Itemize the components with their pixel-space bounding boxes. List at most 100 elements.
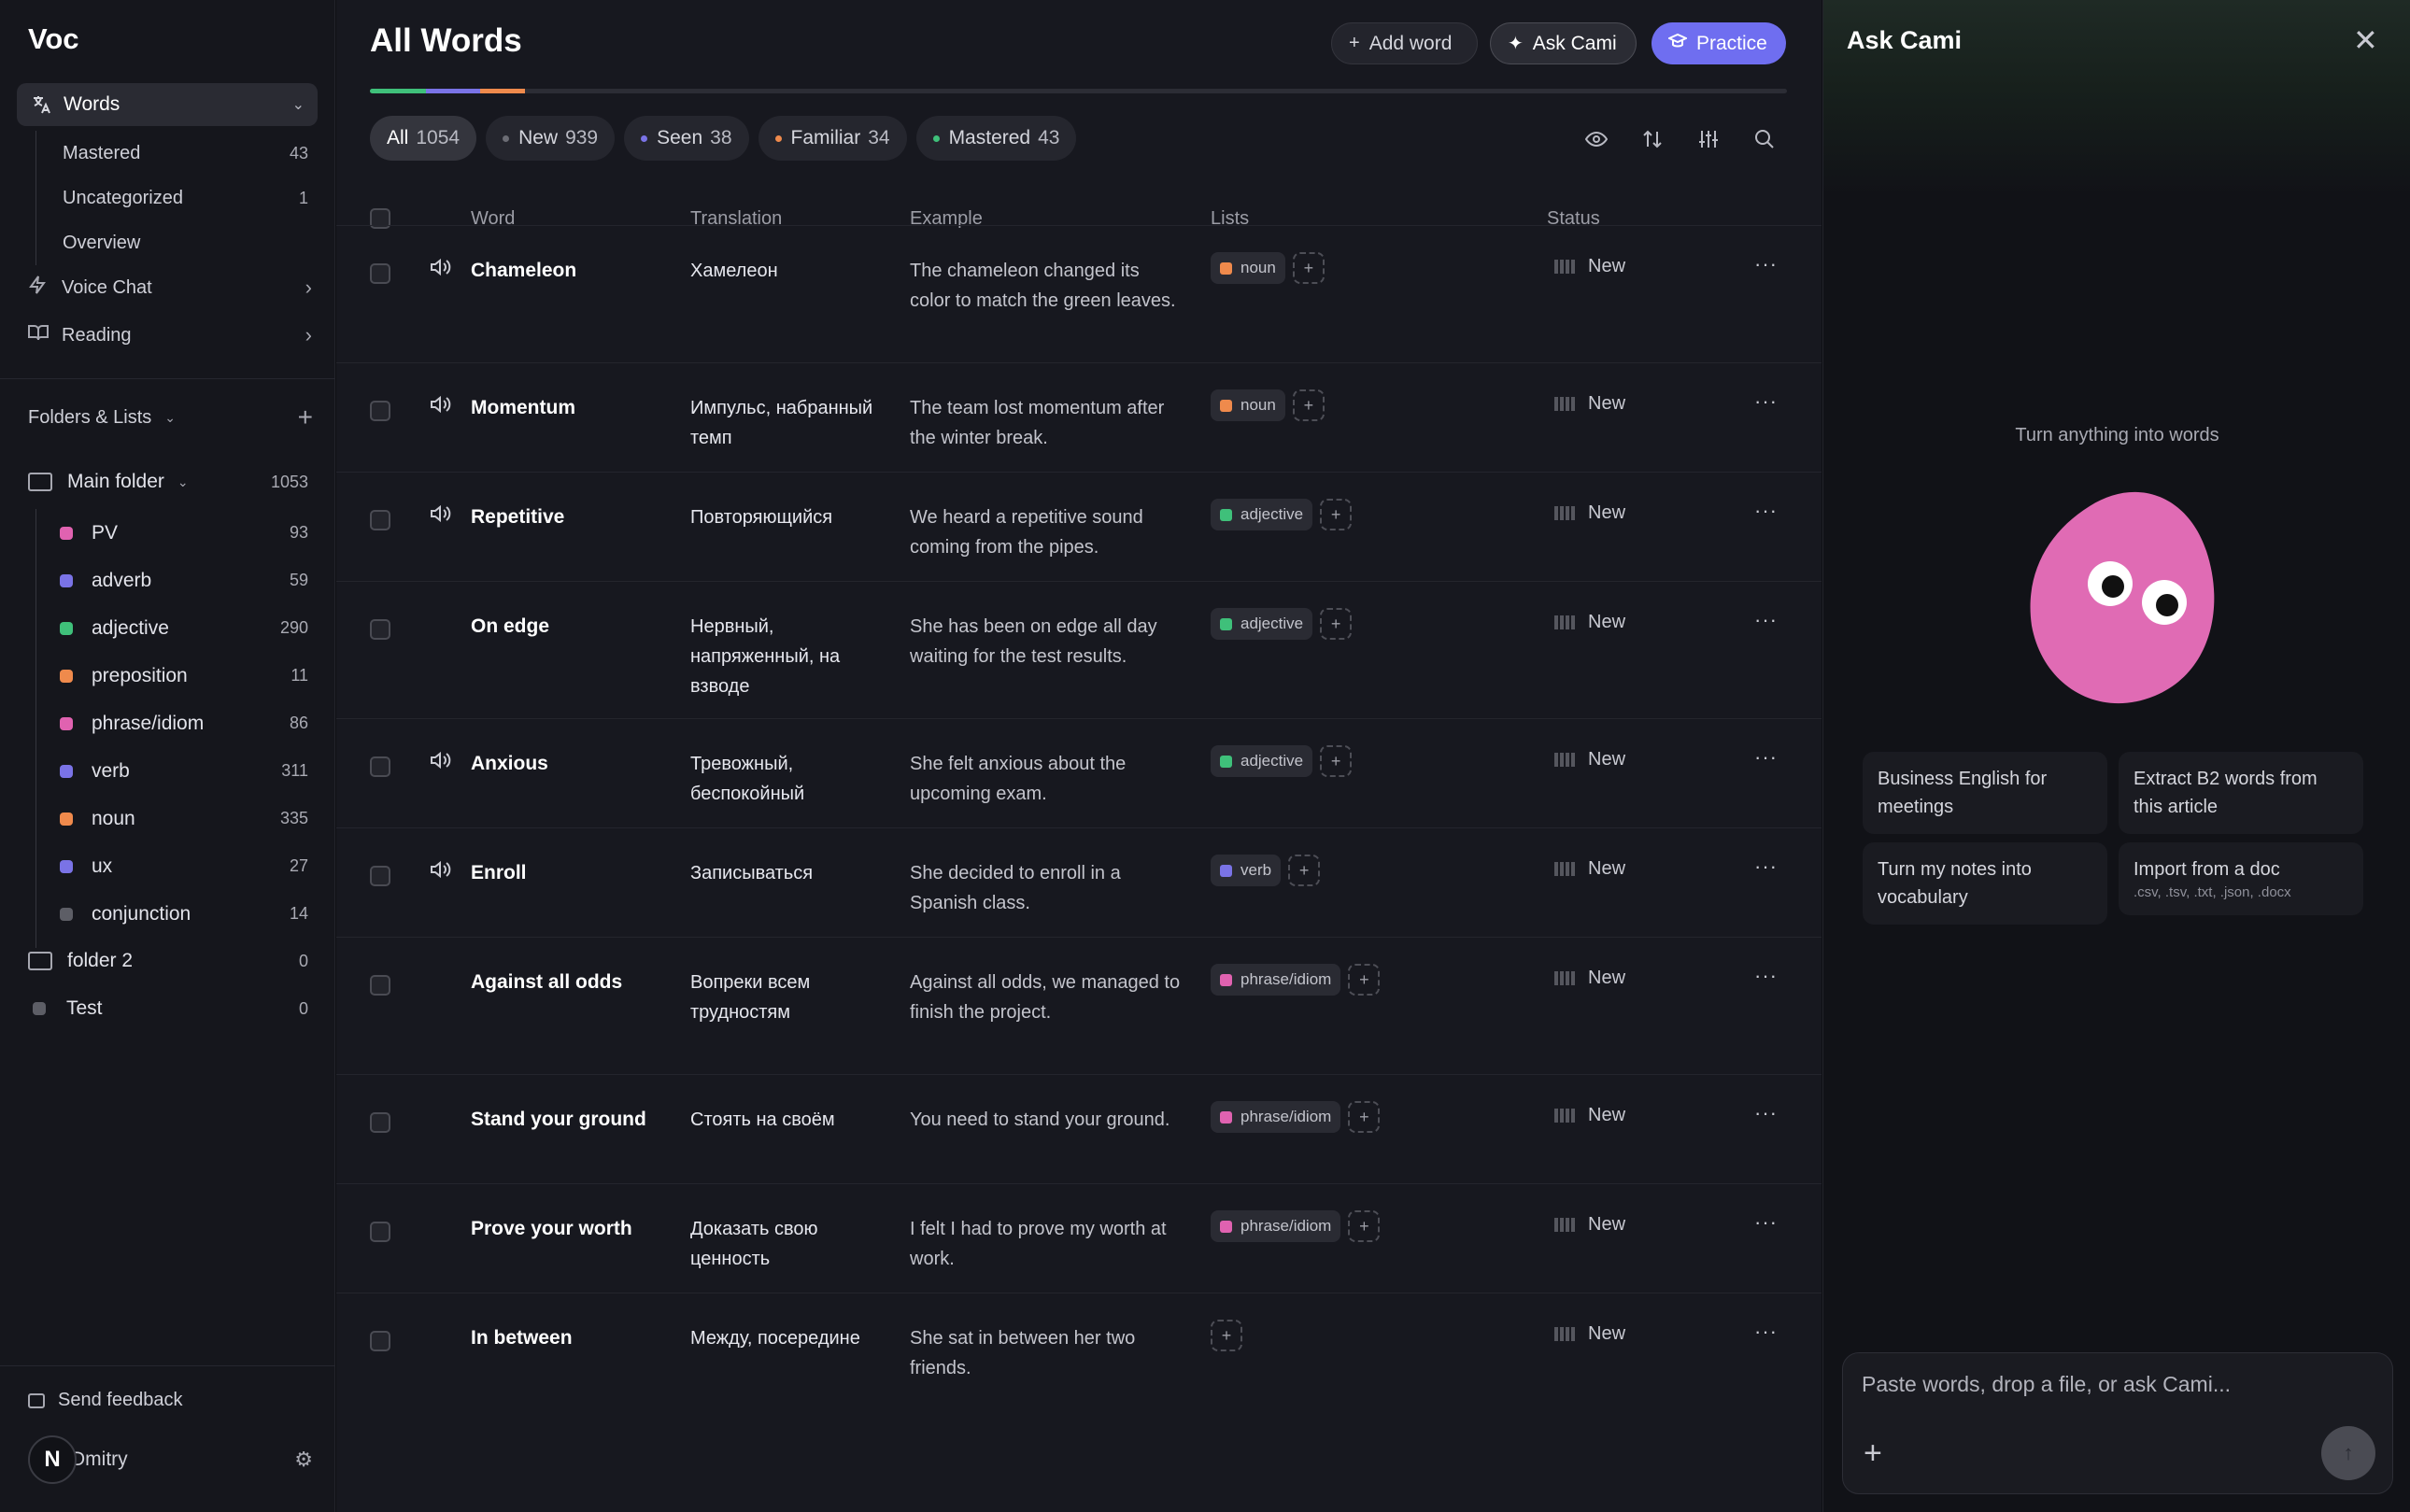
- suggestion-extract[interactable]: Extract B2 words from this article: [2119, 752, 2363, 834]
- suggestion-business[interactable]: Business English for meetings: [1863, 752, 2107, 834]
- nav-voice-chat[interactable]: Voice Chat ›: [28, 266, 318, 309]
- table-row[interactable]: Prove your worth Доказать свою ценность I …: [336, 1183, 1822, 1293]
- row-checkbox[interactable]: [370, 1331, 390, 1351]
- list-tag[interactable]: phrase/idiom: [1211, 1210, 1341, 1242]
- suggestion-notes[interactable]: Turn my notes into vocabulary: [1863, 842, 2107, 925]
- more-options-icon[interactable]: ···: [1754, 1320, 1778, 1344]
- list-tag[interactable]: adjective: [1211, 608, 1313, 640]
- more-options-icon[interactable]: ···: [1754, 964, 1778, 988]
- more-options-icon[interactable]: ···: [1754, 1101, 1778, 1125]
- subnav-item-overview[interactable]: Overview: [36, 220, 318, 265]
- folders-header[interactable]: Folders & Lists ⌄ +: [28, 404, 313, 431]
- speaker-icon[interactable]: [430, 751, 452, 775]
- avatar[interactable]: N: [28, 1435, 77, 1484]
- add-tag-button[interactable]: +: [1348, 964, 1381, 996]
- add-tag-button[interactable]: +: [1288, 855, 1321, 886]
- table-row[interactable]: Against all odds Вопреки всем трудностям A…: [336, 937, 1822, 1074]
- table-row[interactable]: Anxious Тревожный, беспокойный She felt an…: [336, 718, 1822, 827]
- send-arrow-icon[interactable]: ↑: [2321, 1426, 2375, 1480]
- add-tag-button[interactable]: +: [1320, 499, 1353, 530]
- row-checkbox[interactable]: [370, 756, 390, 777]
- list-item[interactable]: preposition 11: [36, 652, 308, 699]
- subnav-item-uncategorized[interactable]: Uncategorized 1: [36, 176, 318, 220]
- more-options-icon[interactable]: ···: [1754, 855, 1778, 879]
- search-icon[interactable]: [1747, 123, 1782, 155]
- row-checkbox[interactable]: [370, 975, 390, 996]
- suggestion-import[interactable]: Import from a doc .csv, .tsv, .txt, .jso…: [2119, 842, 2363, 915]
- row-checkbox[interactable]: [370, 1222, 390, 1242]
- chevron-down-icon[interactable]: ⌄: [177, 474, 189, 490]
- add-tag-button[interactable]: +: [1348, 1101, 1381, 1133]
- row-checkbox[interactable]: [370, 1112, 390, 1133]
- list-tag[interactable]: noun: [1211, 252, 1285, 284]
- list-tag[interactable]: phrase/idiom: [1211, 964, 1341, 996]
- subnav-item-mastered[interactable]: Mastered 43: [36, 131, 318, 176]
- row-checkbox[interactable]: [370, 263, 390, 284]
- sort-icon[interactable]: [1635, 123, 1670, 155]
- table-row[interactable]: Stand your ground Стоять на своём You need…: [336, 1074, 1822, 1183]
- chevron-down-icon[interactable]: ⌄: [292, 95, 305, 114]
- nav-reading[interactable]: Reading ›: [28, 314, 318, 357]
- list-item[interactable]: verb 311: [36, 747, 308, 795]
- add-tag-button[interactable]: +: [1211, 1320, 1242, 1351]
- filter-chip[interactable]: All 1054: [370, 116, 477, 161]
- sliders-icon[interactable]: [1691, 123, 1726, 155]
- more-options-icon[interactable]: ···: [1754, 252, 1778, 276]
- add-tag-button[interactable]: +: [1348, 1210, 1381, 1242]
- row-checkbox[interactable]: [370, 619, 390, 640]
- row-checkbox[interactable]: [370, 866, 390, 886]
- list-test[interactable]: Test 0: [28, 988, 308, 1029]
- ask-cami-button[interactable]: ✦ Ask Cami: [1490, 22, 1637, 64]
- list-tag[interactable]: verb: [1211, 855, 1282, 886]
- add-tag-button[interactable]: +: [1320, 745, 1353, 777]
- speaker-icon[interactable]: [430, 860, 452, 884]
- add-folder-icon[interactable]: +: [298, 404, 313, 431]
- add-tag-button[interactable]: +: [1292, 252, 1325, 284]
- folder-main[interactable]: Main folder ⌄ 1053: [28, 461, 308, 502]
- list-item[interactable]: noun 335: [36, 795, 308, 842]
- list-item[interactable]: PV 93: [36, 509, 308, 557]
- send-feedback-button[interactable]: Send feedback: [28, 1390, 182, 1411]
- more-options-icon[interactable]: ···: [1754, 1210, 1778, 1235]
- chat-composer[interactable]: Paste words, drop a file, or ask Cami...…: [1842, 1352, 2393, 1494]
- more-options-icon[interactable]: ···: [1754, 499, 1778, 523]
- table-row[interactable]: Chameleon Хамелеон The chameleon changed i…: [336, 225, 1822, 362]
- row-checkbox[interactable]: [370, 401, 390, 421]
- close-icon[interactable]: ✕: [2353, 22, 2378, 58]
- chat-input[interactable]: Paste words, drop a file, or ask Cami...: [1862, 1372, 2231, 1397]
- more-options-icon[interactable]: ···: [1754, 608, 1778, 632]
- table-row[interactable]: Momentum Импульс, набранный темп The team …: [336, 362, 1822, 472]
- more-options-icon[interactable]: ···: [1754, 389, 1778, 414]
- user-menu[interactable]: N Dmitry ⚙: [28, 1435, 313, 1484]
- speaker-icon[interactable]: [430, 395, 452, 419]
- add-tag-button[interactable]: +: [1292, 389, 1325, 421]
- list-tag[interactable]: phrase/idiom: [1211, 1101, 1341, 1133]
- list-tag[interactable]: noun: [1211, 389, 1285, 421]
- speaker-icon[interactable]: [430, 258, 452, 282]
- eye-icon[interactable]: [1579, 123, 1614, 155]
- row-checkbox[interactable]: [370, 510, 390, 530]
- table-row[interactable]: Enroll Записываться She decided to enroll …: [336, 827, 1822, 937]
- attach-plus-icon[interactable]: +: [1864, 1437, 1882, 1469]
- filter-chip[interactable]: New 939: [486, 116, 616, 161]
- nav-words[interactable]: Words ⌄: [17, 83, 318, 126]
- list-item[interactable]: adjective 290: [36, 604, 308, 652]
- table-row[interactable]: In between Между, посередине She sat in be…: [336, 1293, 1822, 1414]
- folder-2[interactable]: folder 2 0: [28, 940, 308, 982]
- filter-chip[interactable]: Seen 38: [624, 116, 749, 161]
- table-row[interactable]: On edge Нервный, напряженный, на взводе Sh…: [336, 581, 1822, 718]
- list-tag[interactable]: adjective: [1211, 499, 1313, 530]
- chevron-down-icon[interactable]: ⌄: [164, 410, 176, 426]
- list-item[interactable]: ux 27: [36, 842, 308, 890]
- list-item[interactable]: adverb 59: [36, 557, 308, 604]
- table-row[interactable]: Repetitive Повторяющийся We heard a repeti…: [336, 472, 1822, 581]
- filter-chip[interactable]: Familiar 34: [758, 116, 907, 161]
- list-tag[interactable]: adjective: [1211, 745, 1313, 777]
- more-options-icon[interactable]: ···: [1754, 745, 1778, 770]
- add-word-button[interactable]: + Add word: [1331, 22, 1478, 64]
- add-tag-button[interactable]: +: [1320, 608, 1353, 640]
- speaker-icon[interactable]: [430, 504, 452, 529]
- filter-chip[interactable]: Mastered 43: [915, 116, 1077, 161]
- list-item[interactable]: conjunction 14: [36, 890, 308, 938]
- gear-icon[interactable]: ⚙: [294, 1448, 313, 1472]
